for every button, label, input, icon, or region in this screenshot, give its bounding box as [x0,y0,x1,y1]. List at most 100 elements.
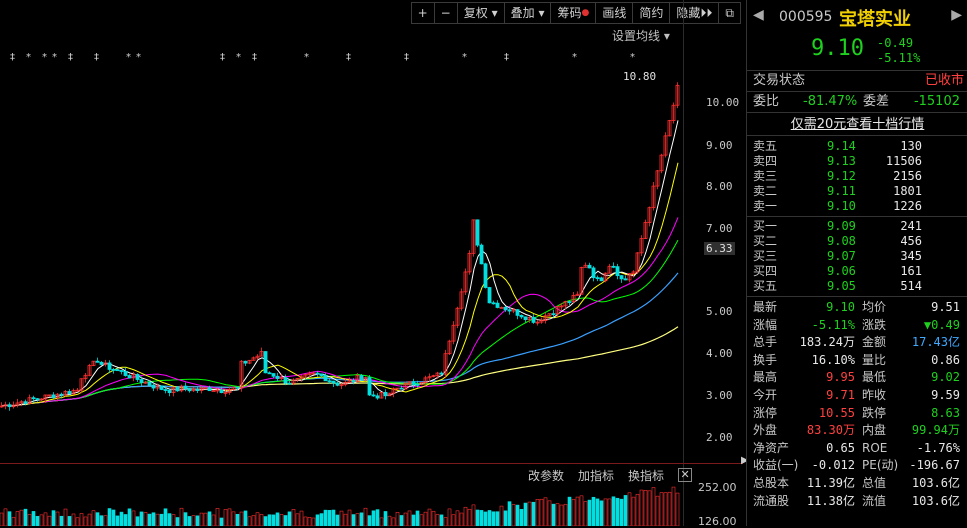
stat-value: 9.10 [826,300,855,314]
bid-row[interactable]: 买二 9.08 456 [747,234,967,249]
wb-value: -81.47% [803,94,858,109]
price-axis-label: 10.00 [706,96,740,109]
event-marker-icon[interactable]: ‡ [94,52,99,63]
event-marker-icon[interactable]: ‡ [404,52,409,63]
event-marker-icon[interactable]: ‡ [68,52,73,63]
ask-row[interactable]: 卖三 9.12 2156 [747,169,967,184]
ask-row[interactable]: 卖二 9.11 1801 [747,184,967,199]
event-marker-icon[interactable]: * [26,52,31,63]
ask-price: 9.12 [827,169,856,183]
event-marker-icon[interactable]: * [52,52,57,63]
candle-body [287,382,292,385]
event-marker-icon[interactable]: * [136,52,141,63]
volume-bar [371,510,376,526]
prev-stock-icon[interactable]: ◀ [753,7,764,23]
candle-body [195,388,200,392]
volume-bar [591,496,596,526]
bid-row[interactable]: 买四 9.06 161 [747,264,967,279]
event-marker-icon[interactable]: * [126,52,131,63]
candle-body [479,244,484,265]
volume-bar [387,515,392,526]
pane-divider[interactable] [0,463,743,464]
stats-table: 最新 9.10 均价 9.51 涨幅 -5.11% 涨跌 ▼0.49 总手 183.24万 金额 17… [747,299,967,510]
popout-icon[interactable]: ⧉ [719,3,740,23]
stats-row: 换手 16.10% 量比 0.86 [747,352,967,370]
kline-chart-area[interactable]: + − 复权 ▾ 叠加 ▾ 筹码● 画线 简约 隐藏⏵⏵ ⧉ 设置均线 ▾ ‡ *… [0,0,743,528]
stat-label: 跌停 [862,405,887,420]
stat-value: -196.67 [909,458,960,473]
volume-bar [87,513,92,526]
event-marker-icon[interactable]: ‡ [220,52,225,63]
candle-body [271,373,276,377]
event-marker-icon[interactable]: ‡ [10,52,15,63]
bid-row[interactable]: 买五 9.05 514 [747,279,967,294]
stat-value: 11.39亿 [806,475,855,490]
volume-bar [411,514,416,526]
stat-value: -5.11% [811,317,855,332]
volume-bar [607,498,612,526]
volume-bar [527,501,532,526]
next-stock-icon[interactable]: ▶ [951,7,962,23]
volume-bar [635,493,640,526]
event-marker-icon[interactable]: ‡ [252,52,257,63]
volume-bar [211,514,216,526]
candlestick-chart[interactable]: ‡ * * * ‡ ‡ * * ‡ * ‡ * ‡ ‡ * ‡ * * 10.80 [0,0,683,526]
volume-bar [315,514,320,526]
volume-bar [267,514,272,526]
volume-bar [571,499,576,526]
stat-label: 净资产 [753,440,790,455]
volume-bar [519,509,524,526]
bid-price: 9.06 [827,264,856,278]
ask-row[interactable]: 卖五 9.14 130 [747,139,967,154]
ask-row[interactable]: 卖四 9.13 11506 [747,154,967,169]
volume-bar [31,511,36,526]
candle-body [107,362,112,370]
candle-body [315,372,320,375]
add-indicator-button[interactable]: 加指标 [578,467,614,484]
bid-row[interactable]: 买三 9.07 345 [747,249,967,264]
volume-bar [347,509,352,526]
candle-body [319,373,324,376]
event-marker-icon[interactable]: ‡ [346,52,351,63]
ask-volume: 1801 [893,184,922,198]
volume-bar [103,515,108,526]
level10-promo-link[interactable]: 仅需20元查看十档行情 [791,117,925,132]
switch-indicator-button[interactable]: 换指标 [628,467,664,484]
candle-body [335,382,340,386]
volume-bar [459,512,464,526]
modify-params-button[interactable]: 改参数 [528,467,564,484]
volume-bar [543,497,548,526]
event-marker-icon[interactable]: * [236,52,241,63]
event-marker-icon[interactable]: * [630,52,635,63]
bid-level-label: 买五 [753,279,778,293]
volume-bar [431,510,436,526]
volume-bar [111,509,116,526]
candle-body [323,375,328,382]
ask-level-label: 卖二 [753,184,778,198]
stat-label: 总值 [862,475,887,490]
candle-body [491,302,496,305]
stat-label: 内盘 [862,423,887,438]
volume-bar [375,509,380,526]
event-marker-icon[interactable]: * [572,52,577,63]
bid-row[interactable]: 买一 9.09 241 [747,219,967,234]
candle-body [399,387,404,390]
event-marker-icon[interactable]: * [304,52,309,63]
event-marker-icon[interactable]: * [462,52,467,63]
ask-row[interactable]: 卖一 9.10 1226 [747,199,967,214]
close-indicator-icon[interactable]: ✕ [678,468,693,482]
stat-label: 昨收 [862,387,887,402]
volume-bar [79,513,84,526]
candle-body [359,375,364,381]
volume-bar [455,510,460,526]
event-marker-icon[interactable]: ‡ [504,52,509,63]
volume-bar [327,510,332,526]
event-marker-icon[interactable]: * [42,52,47,63]
price-axis-label: 5.00 [706,305,733,318]
stat-value: 83.30万 [806,423,855,438]
volume-bar [495,511,500,526]
candle-body [599,277,604,282]
candle-body [483,263,488,288]
stat-value: 103.6亿 [911,475,960,490]
candle-body [623,278,628,281]
